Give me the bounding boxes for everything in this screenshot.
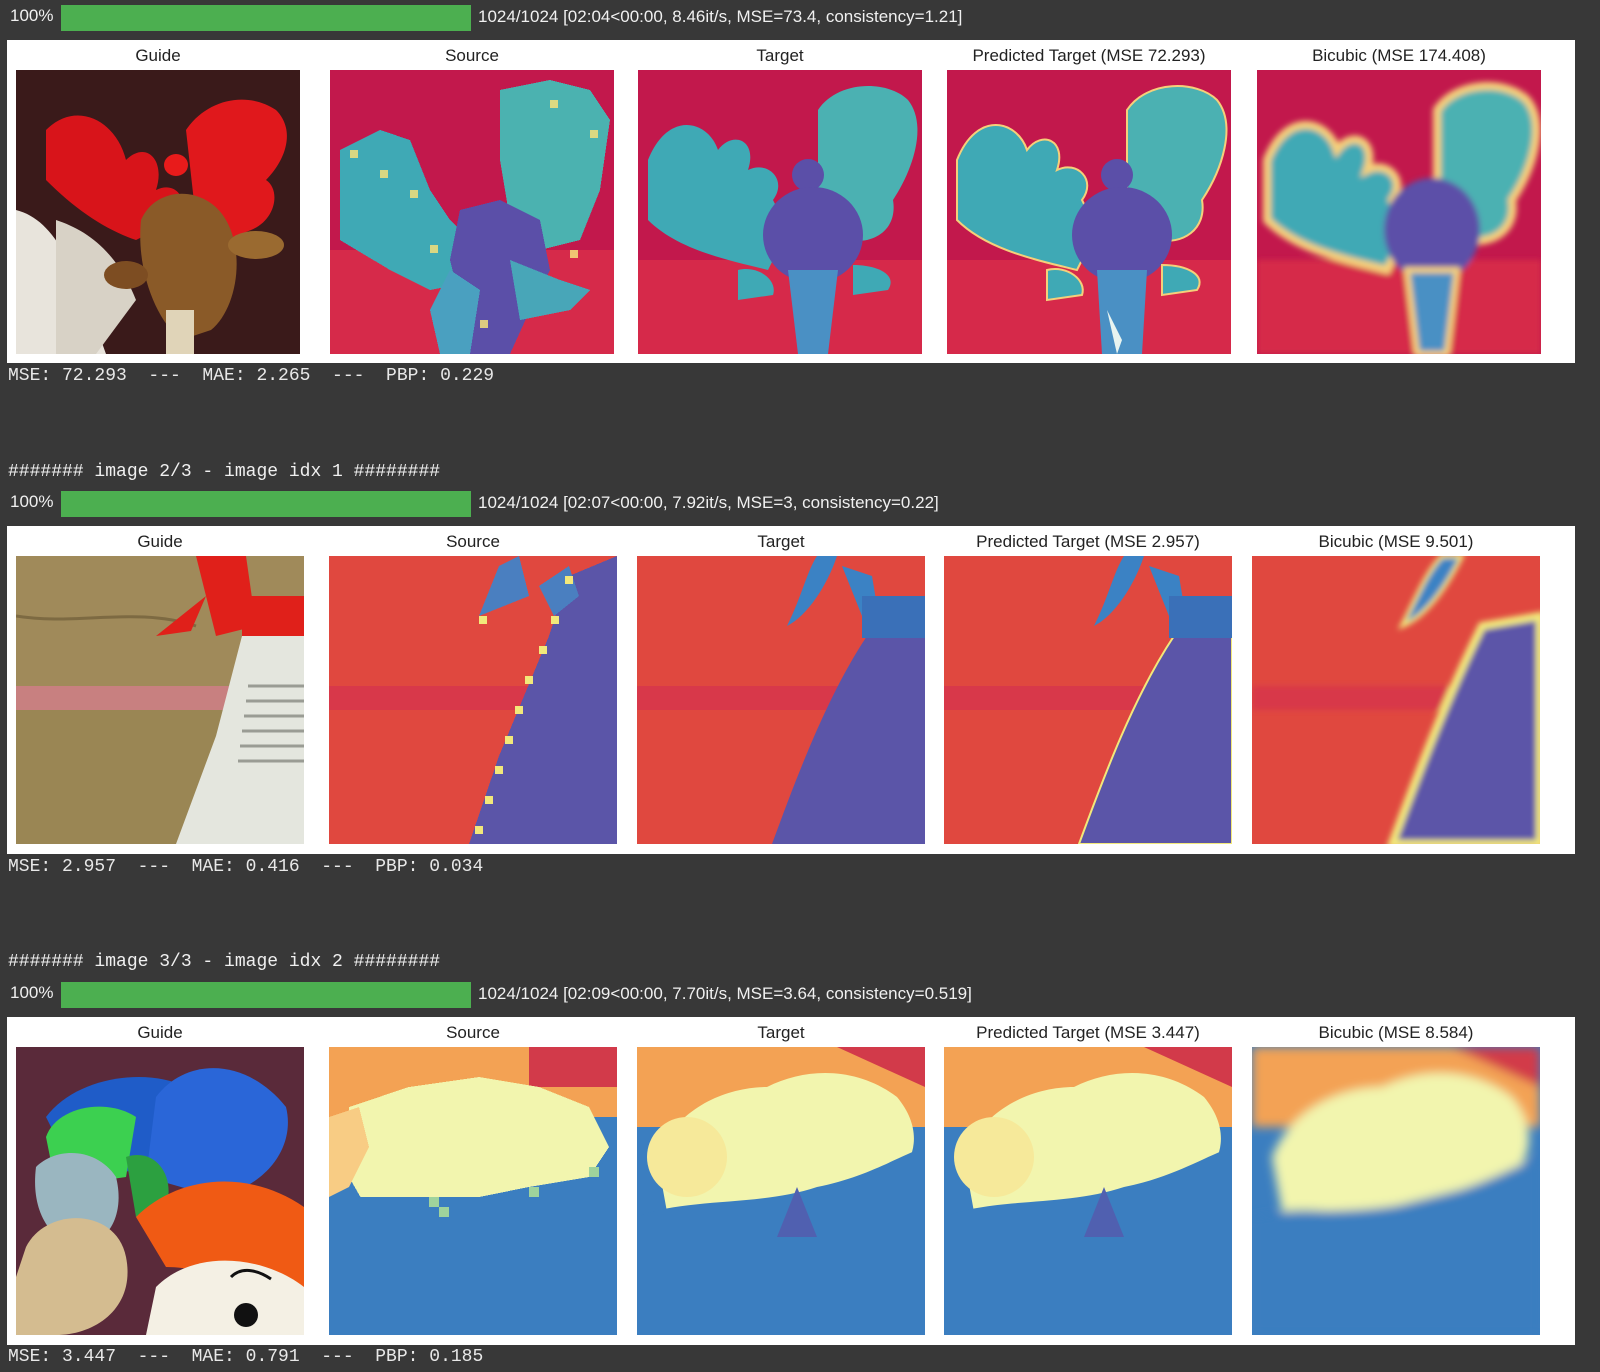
progress-bar-fill <box>61 491 471 517</box>
progress-bar <box>61 5 471 31</box>
metrics-line: MSE: 2.957 --- MAE: 0.416 --- PBP: 0.034 <box>8 857 484 877</box>
bicubic-depth-image <box>1257 70 1541 354</box>
run-header: ####### image 2/3 - image idx 1 ######## <box>8 462 441 482</box>
source-depth-image <box>330 70 614 354</box>
source-depth-image <box>329 1047 617 1335</box>
progress-row: 100% 1024/1024 [02:04<00:00, 8.46it/s, M… <box>0 2 1600 32</box>
progress-bar <box>61 491 471 517</box>
progress-status: 1024/1024 [02:07<00:00, 7.92it/s, MSE=3,… <box>478 493 939 512</box>
figure-panel: Guide Source Target Predicted Target (MS… <box>7 40 1575 363</box>
run-header: ####### image 3/3 - image idx 2 ######## <box>8 952 441 972</box>
target-depth-image <box>638 70 922 354</box>
subplot-title: Bicubic (MSE 8.584) <box>1318 1023 1474 1042</box>
progress-status: 1024/1024 [02:04<00:00, 8.46it/s, MSE=73… <box>478 7 963 26</box>
guide-image <box>16 556 304 844</box>
subplot-title: Predicted Target (MSE 2.957) <box>976 532 1200 551</box>
progress-percent: 100% <box>10 6 54 25</box>
progress-status: 1024/1024 [02:09<00:00, 7.70it/s, MSE=3.… <box>478 984 972 1003</box>
subplot-title: Source <box>446 532 500 551</box>
subplot-title: Target <box>757 532 805 551</box>
figure-panel: Guide Source Target Predicted Target (MS… <box>7 1017 1575 1345</box>
subplot-title: Guide <box>137 532 183 551</box>
target-depth-image <box>637 556 925 844</box>
source-depth-image <box>329 556 617 844</box>
subplot-title: Target <box>756 46 804 65</box>
bicubic-depth-image <box>1252 556 1540 844</box>
subplot-title: Bicubic (MSE 174.408) <box>1312 46 1486 65</box>
subplot-title: Predicted Target (MSE 72.293) <box>972 46 1206 65</box>
subplot-title: Predicted Target (MSE 3.447) <box>976 1023 1200 1042</box>
predicted-depth-image <box>944 1047 1232 1335</box>
subplot-title: Guide <box>135 46 181 65</box>
target-depth-image <box>637 1047 925 1335</box>
progress-row: 100% 1024/1024 [02:07<00:00, 7.92it/s, M… <box>0 488 1600 518</box>
predicted-depth-image <box>947 70 1231 354</box>
guide-image <box>16 70 300 354</box>
subplot-title: Source <box>446 1023 500 1042</box>
guide-image <box>16 1047 304 1335</box>
progress-bar <box>61 982 471 1008</box>
subplot-title: Guide <box>137 1023 183 1042</box>
progress-bar-fill <box>61 982 471 1008</box>
progress-row: 100% 1024/1024 [02:09<00:00, 7.70it/s, M… <box>0 979 1600 1009</box>
subplot-title: Source <box>445 46 499 65</box>
metrics-line: MSE: 72.293 --- MAE: 2.265 --- PBP: 0.22… <box>8 366 495 386</box>
predicted-depth-image <box>944 556 1232 844</box>
metrics-line: MSE: 3.447 --- MAE: 0.791 --- PBP: 0.185 <box>8 1347 484 1367</box>
progress-bar-fill <box>61 5 471 31</box>
bicubic-depth-image <box>1252 1047 1540 1335</box>
subplot-title: Bicubic (MSE 9.501) <box>1318 532 1474 551</box>
progress-percent: 100% <box>10 492 54 511</box>
progress-percent: 100% <box>10 983 54 1002</box>
subplot-title: Target <box>757 1023 805 1042</box>
figure-panel: Guide Source Target Predicted Target (MS… <box>7 526 1575 854</box>
